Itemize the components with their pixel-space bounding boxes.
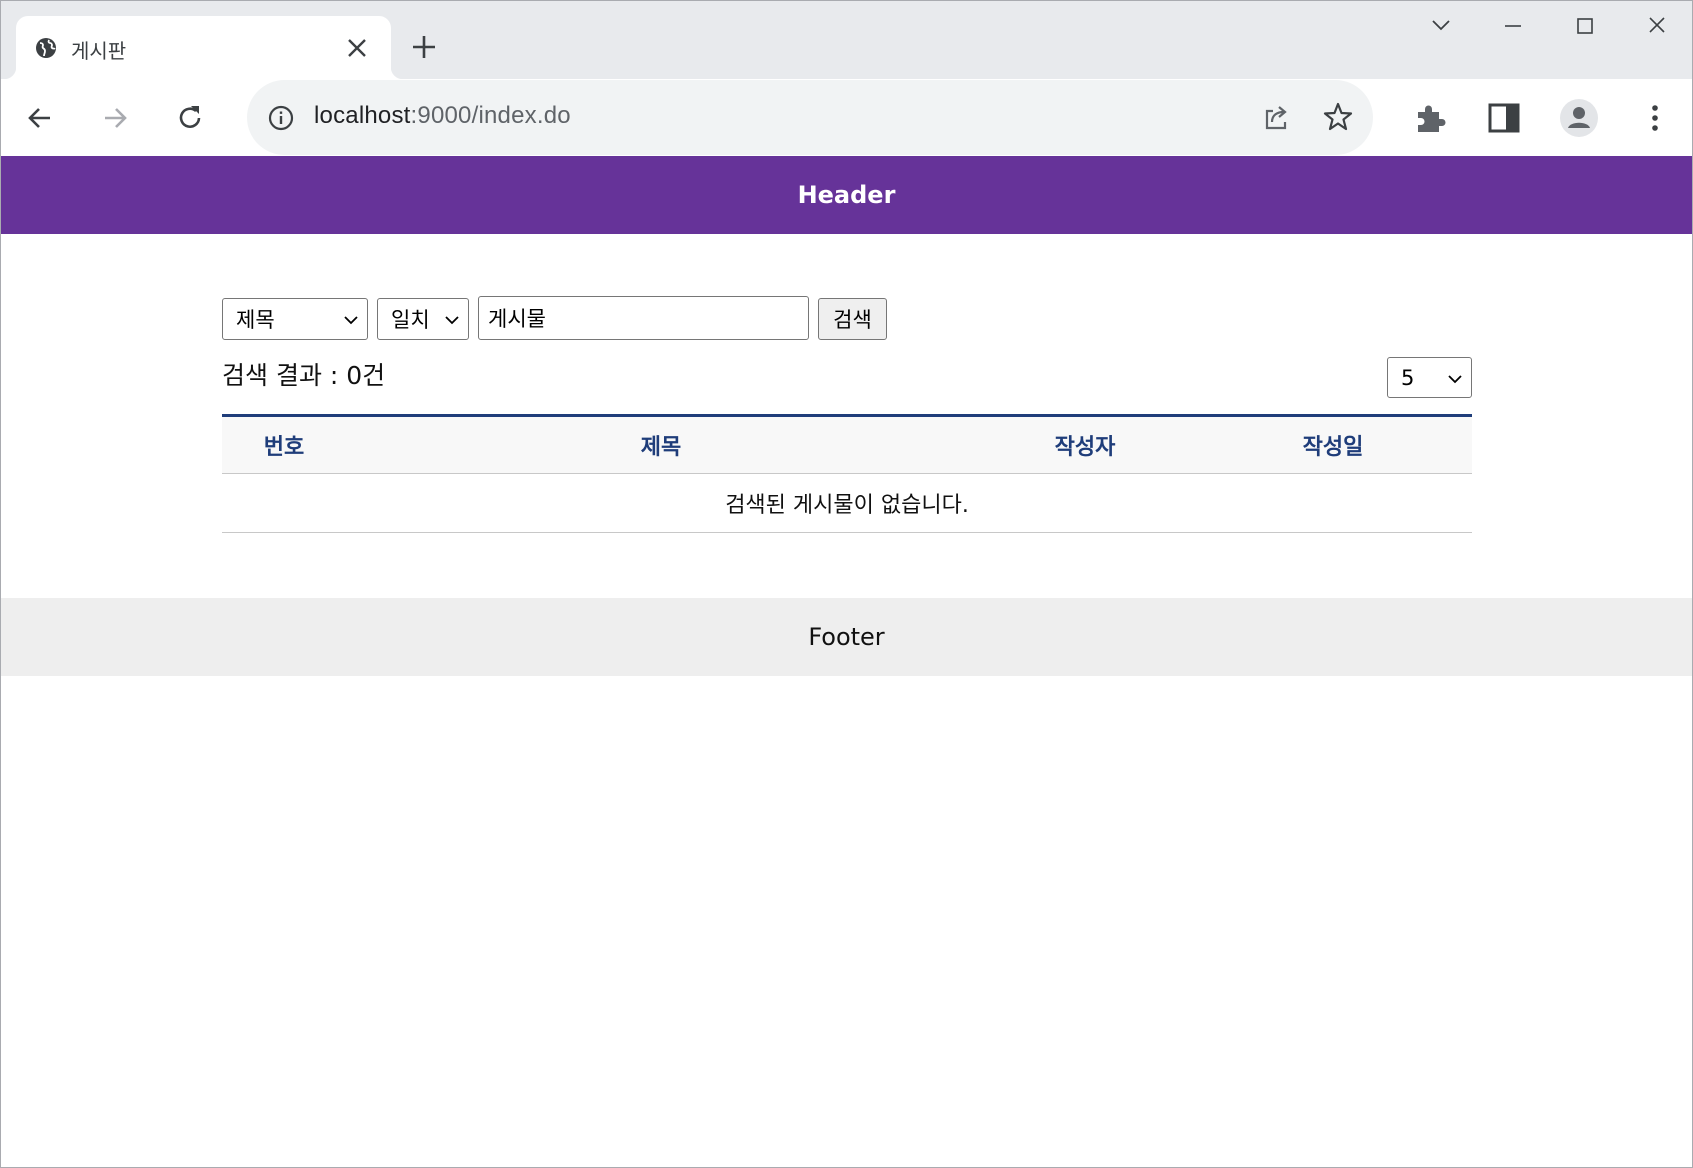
search-button[interactable]: 검색 [818,298,887,340]
extensions-button[interactable] [1410,98,1450,138]
share-icon[interactable] [1259,100,1293,134]
address-bar[interactable]: localhost:9000/index.do [247,80,1373,155]
tab-strip: 게시판 [1,1,1692,79]
info-icon[interactable] [267,104,295,132]
search-field-value: 제목 [236,308,275,332]
column-header-date: 작성일 [1194,415,1472,474]
side-panel-icon [1488,103,1520,133]
empty-message: 검색된 게시물이 없습니다. [222,473,1472,533]
url-path: :9000/index.do [410,102,571,129]
reload-button[interactable] [170,98,210,138]
reload-icon [179,106,201,128]
tab-title: 게시판 [71,39,127,63]
plus-icon[interactable] [408,31,440,63]
chevron-down-icon [344,316,358,325]
tab-active[interactable]: 게시판 [4,16,403,79]
column-header-number: 번호 [222,415,346,474]
page-size-select[interactable]: 5 [1387,357,1472,398]
site-header: Header [1,156,1692,234]
search-keyword-input[interactable]: 게시물 [478,296,809,340]
forward-arrow-icon [105,108,127,128]
search-match-select[interactable]: 일치 [377,298,469,340]
profile-icon [1560,99,1598,137]
page-content: Header 제목 일치 게시물 검색 검색 결과 : 0건 5 번호 제목 작… [1,156,1692,1167]
search-field-select[interactable]: 제목 [222,298,368,340]
back-button[interactable] [20,98,60,138]
back-arrow-icon [28,108,50,128]
table-header-row: 번호 제목 작성자 작성일 [222,415,1472,474]
board-table: 번호 제목 작성자 작성일 검색된 게시물이 없습니다. [222,414,1472,533]
browser-toolbar: localhost:9000/index.do [1,79,1692,156]
menu-button[interactable] [1635,98,1675,138]
result-count: 검색 결과 : 0건 [222,361,386,390]
column-header-title: 제목 [346,415,976,474]
close-icon[interactable] [1637,11,1677,41]
chevron-down-icon[interactable] [1421,11,1461,41]
maximize-icon[interactable] [1565,11,1605,41]
table-row: 검색된 게시물이 없습니다. [222,473,1472,533]
search-match-value: 일치 [391,308,430,332]
site-footer: Footer [1,598,1692,676]
chevron-down-icon [445,316,459,325]
globe-icon [36,38,56,58]
chevron-down-icon [1448,375,1462,384]
close-icon[interactable] [343,34,371,62]
side-panel-button[interactable] [1484,98,1524,138]
menu-icon [1652,105,1658,131]
star-icon[interactable] [1321,100,1355,134]
url-text[interactable]: localhost:9000/index.do [314,102,571,130]
forward-button[interactable] [95,98,135,138]
profile-button[interactable] [1559,98,1599,138]
column-header-author: 작성자 [976,415,1194,474]
browser-window: 게시판 localhost:9000/index.do Header 제목 일치… [0,0,1693,1168]
page-size-value: 5 [1401,365,1415,390]
extensions-icon [1418,105,1446,132]
url-host: localhost [314,102,411,129]
minimize-icon[interactable] [1493,11,1533,41]
